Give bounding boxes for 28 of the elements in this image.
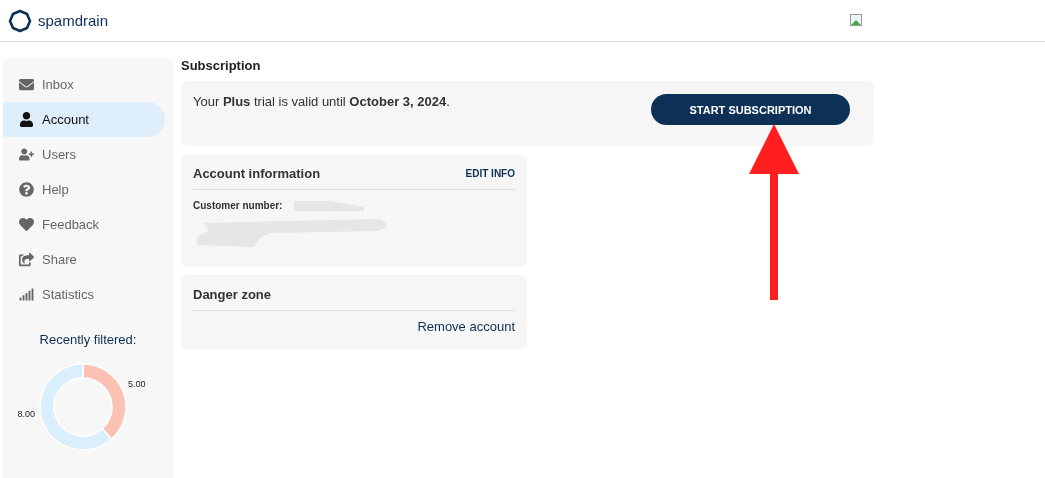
logo-icon — [8, 8, 32, 33]
field-label: Customer number: — [193, 200, 283, 211]
trial-message: Your Plus trial is valid until October 3, 2024. — [193, 94, 450, 109]
help-icon — [19, 182, 34, 197]
start-subscription-button[interactable]: START SUBSCRIPTION — [651, 94, 850, 125]
brand-name: spamdrain — [38, 12, 109, 29]
sidebar-item[interactable]: Users — [3, 137, 165, 172]
user-icon — [19, 112, 34, 127]
bar-chart-icon — [19, 287, 34, 302]
sidebar-item[interactable]: Statistics — [3, 277, 165, 312]
remove-account-link[interactable]: Remove account — [417, 319, 515, 334]
heart-icon — [19, 217, 34, 232]
data-label: 5.00 — [128, 379, 146, 389]
card-title: Account information — [193, 166, 321, 181]
sidebar-item[interactable]: Account — [3, 102, 165, 137]
card-title: Danger zone — [193, 287, 271, 302]
data-label: 8.00 — [17, 409, 35, 419]
sidebar-item[interactable]: Inbox — [3, 67, 165, 102]
share-icon — [19, 252, 34, 267]
sidebar-item[interactable]: Help — [3, 172, 165, 207]
chart-title: Recently filtered: — [38, 332, 138, 347]
sidebar-item[interactable]: Share — [3, 242, 165, 277]
section-heading: Subscription — [181, 57, 262, 73]
add-user-icon — [19, 147, 34, 162]
edit-info-link[interactable]: EDIT INFO — [465, 168, 515, 179]
sidebar-item[interactable]: Feedback — [3, 207, 165, 242]
broken-image-icon — [850, 14, 862, 26]
mail-icon — [19, 77, 34, 92]
